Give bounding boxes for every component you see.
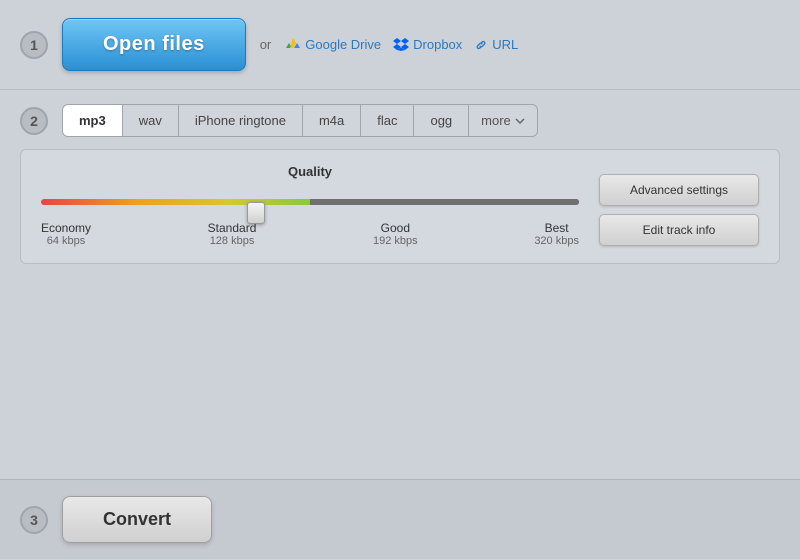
economy-kbps: 64 kbps [41,235,91,247]
quality-label: Quality [41,164,579,179]
slider-labels: Economy 64 kbps Standard 128 kbps Good 1… [41,221,579,247]
url-label: URL [492,37,518,52]
convert-button[interactable]: Convert [62,496,212,543]
quality-economy: Economy 64 kbps [41,221,91,247]
step3-circle: 3 [20,506,48,534]
quality-panel: Quality Economy 64 kbps [20,149,780,264]
edit-track-info-button[interactable]: Edit track info [599,214,759,246]
tab-mp3[interactable]: mp3 [63,105,123,136]
open-files-button[interactable]: Open files [62,18,246,71]
format-tabs: mp3 wav iPhone ringtone m4a flac ogg mor… [62,104,538,137]
tab-wav[interactable]: wav [123,105,179,136]
step1-circle: 1 [20,31,48,59]
advanced-settings-button[interactable]: Advanced settings [599,174,759,206]
tab-ogg[interactable]: ogg [414,105,469,136]
best-kbps: 320 kbps [534,235,579,247]
quality-standard: Standard 128 kbps [208,221,257,247]
google-drive-link[interactable]: Google Drive [285,37,381,53]
url-link-icon [474,38,488,52]
dropbox-icon [393,37,409,53]
slider-container [41,191,579,213]
cloud-links: Google Drive Dropbox URL [285,37,518,53]
section2-header: 2 mp3 wav iPhone ringtone m4a flac ogg m… [20,104,780,137]
good-label: Good [373,221,418,235]
tab-iphone-ringtone[interactable]: iPhone ringtone [179,105,303,136]
economy-label: Economy [41,221,91,235]
quality-good: Good 192 kbps [373,221,418,247]
tab-m4a[interactable]: m4a [303,105,361,136]
main-container: 1 Open files or Google Drive Dropbox [0,0,800,559]
standard-kbps: 128 kbps [208,235,257,247]
section3: 3 Convert [0,479,800,559]
google-drive-label: Google Drive [305,37,381,52]
dropbox-link[interactable]: Dropbox [393,37,462,53]
more-label: more [481,113,511,128]
chevron-down-icon [515,118,525,124]
dropbox-label: Dropbox [413,37,462,52]
section1: 1 Open files or Google Drive Dropbox [0,0,800,90]
url-link[interactable]: URL [474,37,518,52]
side-buttons: Advanced settings Edit track info [599,164,759,246]
tab-flac[interactable]: flac [361,105,414,136]
or-text: or [260,37,272,52]
step2-circle: 2 [20,107,48,135]
section2: 2 mp3 wav iPhone ringtone m4a flac ogg m… [0,90,800,479]
best-label: Best [534,221,579,235]
google-drive-icon [285,37,301,53]
tab-more[interactable]: more [469,105,537,136]
good-kbps: 192 kbps [373,235,418,247]
quality-content: Quality Economy 64 kbps [41,164,579,247]
quality-best: Best 320 kbps [534,221,579,247]
